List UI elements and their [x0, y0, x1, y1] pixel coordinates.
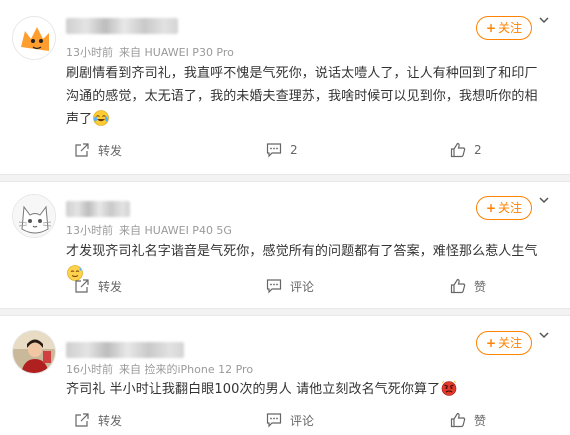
- post-time: 13小时前: [66, 224, 113, 237]
- comment-label: 评论: [290, 413, 315, 428]
- follow-label: 关注: [498, 336, 523, 350]
- like-button[interactable]: 赞: [450, 410, 486, 430]
- comment-item: 13小时前 来自 HUAWEI P30 Pro 刷剧情看到齐司礼，我直呼不愧是气死…: [0, 0, 570, 176]
- comment-text-content: 刷剧情看到齐司礼，我直呼不愧是气死你，说话太噎人了，让人有种回到了和印厂沟通的感…: [66, 66, 538, 127]
- action-bar: 转发 2 2: [66, 140, 546, 160]
- post-meta: 13小时前 来自 HUAWEI P40 5G: [66, 222, 232, 238]
- post-meta: 16小时前 来自 捡来的iPhone 12 Pro: [66, 361, 253, 377]
- comment-text-content: 齐司礼 半小时让我翻白眼100次的男人 请他立刻改名气死你算了: [66, 382, 441, 397]
- menu-caret[interactable]: [538, 329, 550, 341]
- crying-laughing-emoji-icon: [93, 110, 110, 126]
- repost-label: 转发: [98, 143, 123, 158]
- thumbs-up-icon: [450, 412, 466, 428]
- repost-button[interactable]: 转发: [74, 140, 122, 160]
- like-label: 赞: [474, 279, 487, 294]
- chevron-down-icon: [539, 332, 549, 339]
- action-bar: 转发 评论 赞: [66, 410, 546, 430]
- menu-caret[interactable]: [538, 14, 550, 26]
- follow-button[interactable]: + 关注: [476, 196, 532, 220]
- action-bar: 转发 评论 赞: [66, 276, 546, 296]
- comment-count: 2: [290, 143, 298, 157]
- post-time: 16小时前: [66, 363, 113, 376]
- username[interactable]: [66, 18, 178, 34]
- repost-button[interactable]: 转发: [74, 276, 122, 296]
- comment-item: 13小时前 来自 HUAWEI P40 5G 才发现齐司礼名字谐音是气死你，感觉所…: [0, 182, 570, 308]
- comment-icon: [266, 413, 282, 428]
- chevron-down-icon: [539, 17, 549, 24]
- repost-icon: [75, 413, 89, 427]
- repost-label: 转发: [98, 279, 123, 294]
- plus-icon: +: [485, 21, 497, 35]
- repost-icon: [75, 143, 89, 157]
- follow-button[interactable]: + 关注: [476, 331, 532, 355]
- comment-button[interactable]: 评论: [266, 276, 314, 296]
- thumbs-up-icon: [450, 278, 466, 294]
- avatar[interactable]: [12, 16, 56, 60]
- avatar[interactable]: [12, 330, 56, 374]
- repost-icon: [75, 279, 89, 293]
- username[interactable]: [66, 342, 184, 358]
- avatar[interactable]: [12, 194, 56, 238]
- follow-label: 关注: [498, 21, 523, 35]
- angry-face-emoji-icon: [441, 380, 457, 396]
- comment-button[interactable]: 评论: [266, 410, 314, 430]
- like-label: 赞: [474, 413, 487, 428]
- cartoon-orange-cat-avatar-icon: [13, 17, 55, 59]
- post-source: 来自 HUAWEI P30 Pro: [119, 46, 234, 59]
- post-source: 来自 HUAWEI P40 5G: [119, 224, 232, 237]
- post-time: 13小时前: [66, 46, 113, 59]
- plus-icon: +: [485, 201, 497, 215]
- repost-button[interactable]: 转发: [74, 410, 122, 430]
- username[interactable]: [66, 201, 130, 217]
- like-button[interactable]: 赞: [450, 276, 486, 296]
- comment-text: 齐司礼 半小时让我翻白眼100次的男人 请他立刻改名气死你算了: [66, 378, 544, 401]
- comment-icon: [266, 279, 282, 294]
- comment-item: 16小时前 来自 捡来的iPhone 12 Pro 齐司礼 半小时让我翻白眼100…: [0, 316, 570, 435]
- comment-text: 刷剧情看到齐司礼，我直呼不愧是气死你，说话太噎人了，让人有种回到了和印厂沟通的感…: [66, 62, 544, 131]
- photo-person-avatar-icon: [13, 331, 55, 373]
- post-divider: [0, 174, 570, 182]
- chevron-down-icon: [539, 197, 549, 204]
- post-divider: [0, 308, 570, 316]
- like-button[interactable]: 2: [450, 140, 482, 160]
- follow-label: 关注: [498, 201, 523, 215]
- repost-label: 转发: [98, 413, 123, 428]
- comment-button[interactable]: 2: [266, 140, 298, 160]
- follow-button[interactable]: + 关注: [476, 16, 532, 40]
- sketched-cat-avatar-icon: [13, 195, 55, 237]
- menu-caret[interactable]: [538, 194, 550, 206]
- comment-icon: [266, 143, 282, 158]
- like-count: 2: [474, 143, 482, 157]
- thumbs-up-icon: [450, 142, 466, 158]
- comment-text-content: 才发现齐司礼名字谐音是气死你，感觉所有的问题都有了答案，难怪那么惹人生气: [66, 244, 538, 259]
- plus-icon: +: [485, 336, 497, 350]
- comment-label: 评论: [290, 279, 315, 294]
- post-meta: 13小时前 来自 HUAWEI P30 Pro: [66, 44, 234, 60]
- post-source: 来自 捡来的iPhone 12 Pro: [119, 363, 254, 376]
